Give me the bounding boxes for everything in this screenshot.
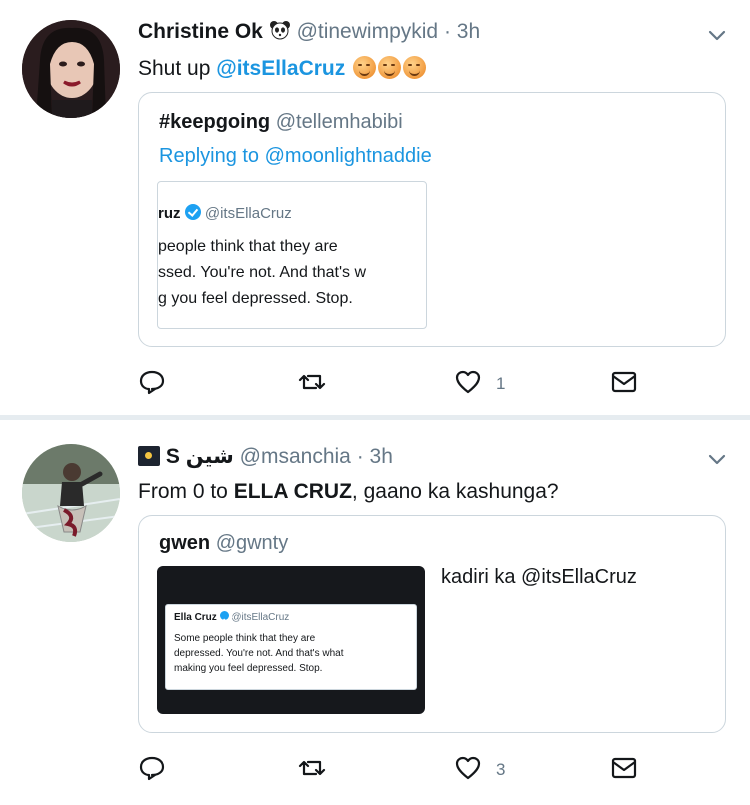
embedded-handle: @itsEllaCruz [231,612,290,623]
direct-message-button[interactable] [610,366,638,402]
embedded-line: g you feel depressed. Stop. [158,290,353,307]
tweet-actions: 3 [138,752,658,788]
reply-button[interactable] [138,752,166,788]
display-name[interactable]: Christine Ok [138,20,263,43]
tweet-text-prefix: From 0 to [138,480,234,503]
separator-dot: · [443,20,451,43]
panda-emoji-icon [269,20,291,40]
heart-icon [454,754,482,787]
tweet-text-bold: ELLA CRUZ [233,480,352,503]
avatar[interactable] [22,20,120,118]
embedded-line: ssed. You're not. And that's w [158,264,367,281]
quoted-user-handle: @tellemhabibi [275,111,403,133]
reply-button[interactable] [138,366,166,402]
grimace-emoji-icon [378,56,402,79]
embedded-line: people think that they are [158,238,338,255]
retweet-button[interactable] [298,752,326,788]
embedded-header: Ella Cruz @itsEllaCruz [174,611,289,623]
user-handle[interactable]: @msanchia [240,445,351,468]
verified-badge-icon [219,611,229,620]
mention-link[interactable]: @itsEllaCruz [216,57,345,80]
reply-icon [138,754,166,787]
tweet-header: Christine Ok @tinewimpykid · 3h [138,20,480,44]
heart-icon [454,368,482,401]
replying-to-label[interactable]: Replying to @moonlightnaddie [159,145,432,168]
quoted-tweet-header: #keepgoing @tellemhabibi [159,111,403,134]
direct-message-button[interactable] [610,752,638,788]
reply-icon [138,368,166,401]
display-name[interactable]: S شين [166,445,234,468]
embedded-name: ruz [158,205,181,222]
like-button[interactable]: 1 [454,366,505,402]
user-handle[interactable]: @tinewimpykid [297,20,439,43]
tweet-text-suffix: , gaano ka kashunga? [351,480,559,503]
retweet-icon [298,368,326,401]
flag-emoji-icon [138,446,160,466]
chevron-down-icon[interactable] [706,24,728,46]
message-icon [610,368,638,401]
embedded-body: people think that they are ssed. You're … [158,234,366,312]
embedded-line: Some people think that they are [174,633,316,644]
embedded-name: Ella Cruz [174,612,217,623]
grimace-emoji-icon [403,56,427,79]
quoted-tweet[interactable]: #keepgoing @tellemhabibi Replying to @mo… [138,92,726,347]
retweet-button[interactable] [298,366,326,402]
embedded-line: making you feel depressed. Stop. [174,663,323,674]
grimace-emoji-icon [353,56,377,79]
timestamp[interactable]: 3h [370,445,393,468]
embedded-screenshot: ruz @itsEllaCruz people think that they … [157,181,427,329]
quoted-tweet-header: gwen @gwnty [159,532,288,555]
embedded-handle: @itsEllaCruz [204,205,292,222]
message-icon [610,754,638,787]
separator-dot: · [356,445,364,468]
embedded-image[interactable]: Ella Cruz @itsEllaCruz Some people think… [157,566,425,714]
quoted-display-name: gwen [159,532,211,554]
embedded-header: ruz @itsEllaCruz [158,204,292,222]
embedded-screenshot: Ella Cruz @itsEllaCruz Some people think… [165,604,417,690]
like-count: 3 [496,760,506,779]
verified-badge-icon [184,204,201,220]
avatar[interactable] [22,444,120,542]
tweet-text: From 0 to ELLA CRUZ, gaano ka kashunga? [138,480,559,504]
quoted-tweet-text: kadiri ka @itsEllaCruz [441,566,637,588]
like-count: 1 [496,374,506,393]
chevron-down-icon[interactable] [706,448,728,470]
retweet-icon [298,754,326,787]
tweet-text: Shut up @itsEllaCruz [138,56,427,81]
quoted-display-name: #keepgoing [159,111,271,133]
quoted-user-handle: @gwnty [215,532,289,554]
embedded-line: depressed. You're not. And that's what [174,648,344,659]
timestamp[interactable]: 3h [457,20,480,43]
tweet-header: S شين @msanchia · 3h [138,444,393,469]
embedded-body: Some people think that they are depresse… [174,631,344,676]
tweet-text-prefix: Shut up [138,57,217,80]
like-button[interactable]: 3 [454,752,505,788]
tweet-actions: 1 [138,366,658,402]
quoted-tweet[interactable]: gwen @gwnty Ella Cruz @itsEllaCruz Some … [138,515,726,733]
